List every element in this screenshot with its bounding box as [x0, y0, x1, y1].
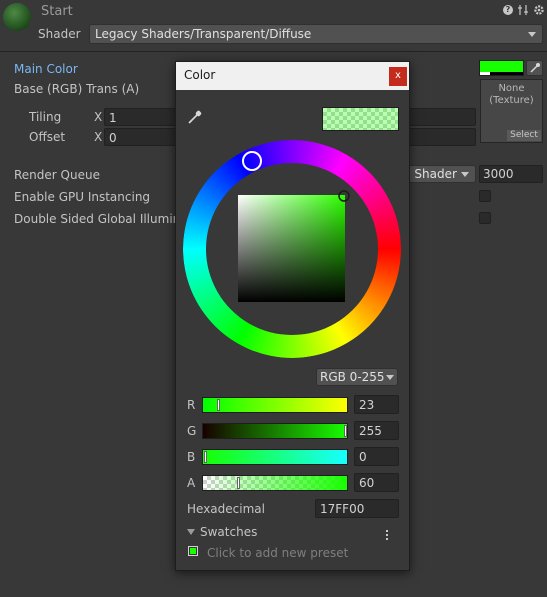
material-title: Start: [41, 4, 73, 19]
swatches-label: Swatches: [200, 525, 258, 539]
r-value-field[interactable]: 23: [354, 395, 399, 414]
color-mode-dropdown[interactable]: RGB 0-255: [316, 368, 398, 386]
color-mode-value: RGB 0-255: [320, 370, 385, 384]
swatches-foldout[interactable]: Swatches: [187, 525, 327, 541]
a-slider[interactable]: [202, 475, 348, 491]
render-queue-field[interactable]: 3000: [479, 165, 543, 183]
offset-label: Offset: [29, 130, 66, 144]
saturation-value-square[interactable]: [238, 195, 345, 302]
chevron-down-icon: [386, 375, 394, 380]
shader-value: Legacy Shaders/Transparent/Diffuse: [95, 27, 312, 41]
help-icon[interactable]: ?: [503, 5, 513, 15]
gear-icon[interactable]: [533, 4, 545, 16]
g-value-field[interactable]: 255: [354, 421, 399, 440]
b-value-field[interactable]: 0: [354, 447, 399, 466]
shader-dropdown[interactable]: Legacy Shaders/Transparent/Diffuse: [89, 24, 543, 44]
r-slider[interactable]: [202, 397, 348, 413]
r-slider-thumb[interactable]: [217, 399, 220, 411]
offset-x-axis: X: [94, 130, 103, 144]
close-button[interactable]: x: [389, 67, 407, 86]
b-slider[interactable]: [202, 449, 348, 465]
channel-row-g: G 255: [176, 421, 409, 441]
tiling-x-axis: X: [94, 110, 103, 124]
hue-wheel[interactable]: [183, 140, 401, 358]
color-window-title: Color: [184, 68, 216, 82]
header-divider: [0, 51, 547, 52]
channel-row-a: A 60: [176, 473, 409, 493]
hex-label: Hexadecimal: [187, 502, 265, 516]
shader-label: Shader: [38, 27, 81, 41]
base-texture-label: Base (RGB) Trans (A): [14, 82, 140, 96]
hex-field[interactable]: 17FF00: [315, 499, 399, 518]
render-queue-label: Render Queue: [14, 168, 100, 182]
preset-sliders-icon[interactable]: [517, 4, 529, 16]
double-sided-gi-label: Double Sided Global Illumina: [14, 212, 188, 226]
close-icon: x: [395, 70, 401, 81]
swatches-menu-icon[interactable]: [386, 530, 389, 541]
color-preview: [322, 107, 399, 131]
texture-none-label: None: [498, 83, 525, 94]
chevron-down-icon: [461, 172, 469, 177]
a-value-field[interactable]: 60: [354, 473, 399, 492]
channel-label: G: [187, 424, 197, 438]
material-preview-sphere: [3, 3, 31, 31]
double-sided-gi-checkbox[interactable]: [479, 212, 491, 224]
gpu-instancing-checkbox[interactable]: [479, 190, 491, 202]
alpha-bar: [480, 72, 523, 75]
channel-label: A: [187, 476, 196, 490]
eyedropper-icon: [530, 63, 540, 73]
channel-row-r: R 23: [176, 395, 409, 415]
render-queue-mode: n Shader: [403, 167, 457, 181]
g-slider-thumb[interactable]: [344, 425, 347, 437]
add-preset-swatch[interactable]: [188, 546, 198, 556]
foldout-arrow-icon: [187, 529, 195, 535]
b-slider-thumb[interactable]: [204, 451, 207, 463]
color-picker-window[interactable]: Color x RGB 0-255 R 23 G 255 B 0 A 60 He…: [175, 61, 410, 571]
channel-row-b: B 0: [176, 447, 409, 467]
main-color-eyedropper[interactable]: [526, 60, 543, 76]
texture-type-label: (Texture): [489, 95, 534, 106]
a-slider-thumb[interactable]: [237, 477, 240, 489]
color-window-titlebar[interactable]: Color x: [176, 62, 409, 90]
texture-slot[interactable]: None (Texture) Select: [480, 79, 543, 143]
gpu-instancing-label: Enable GPU Instancing: [14, 190, 151, 204]
tiling-label: Tiling: [29, 110, 62, 124]
eyedropper-icon[interactable]: [187, 109, 203, 125]
g-slider[interactable]: [202, 423, 348, 439]
texture-select-button[interactable]: Select: [507, 130, 541, 141]
chevron-down-icon: [528, 32, 536, 37]
main-color-swatch[interactable]: [479, 60, 524, 76]
main-color-label: Main Color: [14, 62, 78, 76]
channel-label: R: [187, 398, 196, 412]
add-preset-label[interactable]: Click to add new preset: [207, 546, 348, 560]
channel-label: B: [187, 450, 196, 464]
